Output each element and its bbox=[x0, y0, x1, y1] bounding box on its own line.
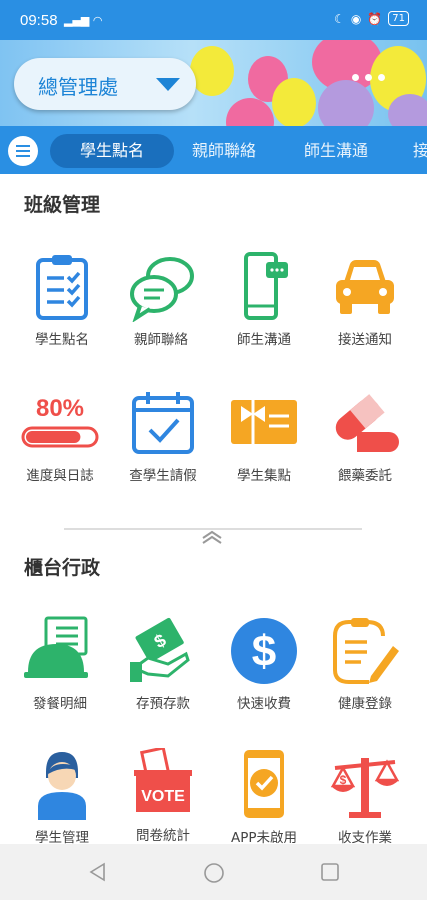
grid-item-label: 接送通知 bbox=[338, 332, 392, 348]
gift-card-icon bbox=[231, 400, 297, 444]
calendar-check-icon bbox=[132, 392, 194, 454]
meal-cloche-icon bbox=[24, 616, 88, 678]
menu-button[interactable] bbox=[8, 136, 38, 166]
battery-indicator: 71 bbox=[388, 11, 409, 26]
progress-bar-icon: 80% bbox=[21, 395, 99, 448]
grid-item-progress-log[interactable]: 80% 進度與日誌 bbox=[15, 388, 105, 484]
grid-item-label: 存預存款 bbox=[136, 696, 190, 712]
balloon-decoration bbox=[272, 78, 316, 126]
location-dropdown[interactable]: 總管理處 bbox=[14, 58, 196, 110]
grid-item-label: 餵藥委託 bbox=[338, 468, 392, 484]
balloon-decoration bbox=[190, 46, 234, 96]
tab-parent-contact[interactable]: 親師聯絡 bbox=[180, 134, 268, 168]
home-icon[interactable] bbox=[203, 862, 225, 884]
chevron-up-icon[interactable] bbox=[201, 530, 223, 544]
grid-item-label: 師生溝通 bbox=[237, 332, 291, 348]
pill-icon bbox=[335, 394, 399, 452]
clipboard-check-icon bbox=[36, 255, 88, 320]
grid-item-label: 快速收費 bbox=[237, 696, 291, 712]
signal-icon: ▂▄▆ ◠ bbox=[64, 14, 103, 27]
grid-item-label: 親師聯絡 bbox=[134, 332, 188, 348]
grid-item-meal-details[interactable]: 發餐明細 bbox=[15, 616, 105, 712]
grid-item-student-rollcall[interactable]: 學生點名 bbox=[17, 252, 107, 348]
grid-item-deposit[interactable]: $ 存預存款 bbox=[118, 616, 208, 712]
section-title-class: 班級管理 bbox=[24, 194, 101, 216]
balloon-decoration bbox=[388, 94, 427, 126]
tab-student-rollcall[interactable]: 學生點名 bbox=[50, 134, 174, 168]
grid-item-label: 查學生請假 bbox=[129, 468, 197, 484]
header-banner: 總管理處 bbox=[0, 40, 427, 126]
tab-teacher-student[interactable]: 師生溝通 bbox=[292, 134, 380, 168]
back-icon[interactable] bbox=[88, 862, 108, 882]
location-icon: ◉ bbox=[350, 11, 362, 26]
system-nav-bar bbox=[0, 844, 427, 900]
grid-item-student-leave[interactable]: 查學生請假 bbox=[118, 388, 208, 484]
vote-text: VOTE bbox=[141, 788, 185, 805]
grid-item-teacher-student[interactable]: 師生溝通 bbox=[219, 252, 309, 348]
grid-item-pickup[interactable]: 接送通知 bbox=[320, 252, 410, 348]
grid-item-quick-charge[interactable]: $ 快速收費 bbox=[219, 616, 309, 712]
balance-scale-icon: $ bbox=[330, 758, 400, 818]
grid-item-label: 問卷統計 bbox=[136, 828, 190, 844]
grid-item-app-not-activated[interactable]: APP未啟用 bbox=[219, 748, 309, 846]
svg-text:$: $ bbox=[252, 627, 276, 676]
grid-item-parent-contact[interactable]: 親師聯絡 bbox=[116, 252, 206, 348]
progress-fill bbox=[26, 431, 81, 443]
section-title-front-desk: 櫃台行政 bbox=[24, 557, 101, 579]
moon-icon: ☾ bbox=[334, 11, 345, 26]
grid-item-income-expense[interactable]: $ 收支作業 bbox=[320, 748, 410, 846]
grid-item-label: 學生點名 bbox=[35, 332, 89, 348]
recent-apps-icon[interactable] bbox=[320, 862, 340, 882]
status-bar: 09:58 ▂▄▆ ◠ ☾ ◉ ⏰ 71 bbox=[0, 0, 427, 40]
status-time: 09:58 bbox=[20, 12, 58, 29]
grid-item-label: 收支作業 bbox=[338, 830, 392, 846]
balloon-decoration bbox=[226, 98, 274, 126]
tab-bar: 學生點名 親師聯絡 師生溝通 接 bbox=[0, 126, 427, 174]
svg-text:$: $ bbox=[340, 773, 347, 787]
grid-item-student-management[interactable]: 學生管理 bbox=[17, 748, 107, 846]
location-dropdown-label: 總管理處 bbox=[38, 75, 118, 99]
vote-box-icon: VOTE bbox=[134, 748, 192, 812]
car-icon bbox=[336, 260, 394, 314]
grid-item-label: 進度與日誌 bbox=[26, 468, 94, 484]
alarm-icon: ⏰ bbox=[367, 11, 383, 26]
clipboard-pen-icon bbox=[333, 618, 399, 684]
tab-pickup[interactable]: 接 bbox=[406, 134, 427, 168]
grid-item-student-points[interactable]: 學生集點 bbox=[219, 388, 309, 484]
chevron-down-icon bbox=[156, 78, 180, 91]
carousel-dots bbox=[352, 74, 385, 81]
chat-bubbles-icon bbox=[130, 257, 194, 322]
grid-item-survey[interactable]: VOTE 問卷統計 bbox=[118, 748, 208, 844]
grid-item-label: 健康登錄 bbox=[338, 696, 392, 712]
progress-percent-text: 80% bbox=[36, 395, 84, 422]
phone-message-icon bbox=[244, 252, 288, 320]
grid-item-label: 學生集點 bbox=[237, 468, 291, 484]
phone-check-icon bbox=[244, 750, 284, 818]
grid-item-medicine[interactable]: 餵藥委託 bbox=[320, 388, 410, 484]
student-avatar-icon bbox=[38, 752, 86, 820]
money-hand-icon: $ bbox=[130, 617, 190, 682]
grid-item-label: 學生管理 bbox=[35, 830, 89, 846]
dollar-coin-icon: $ bbox=[231, 618, 297, 684]
grid-item-label: APP未啟用 bbox=[230, 830, 298, 846]
grid-item-label: 發餐明細 bbox=[33, 696, 87, 712]
grid-item-health-log[interactable]: 健康登錄 bbox=[320, 616, 410, 712]
